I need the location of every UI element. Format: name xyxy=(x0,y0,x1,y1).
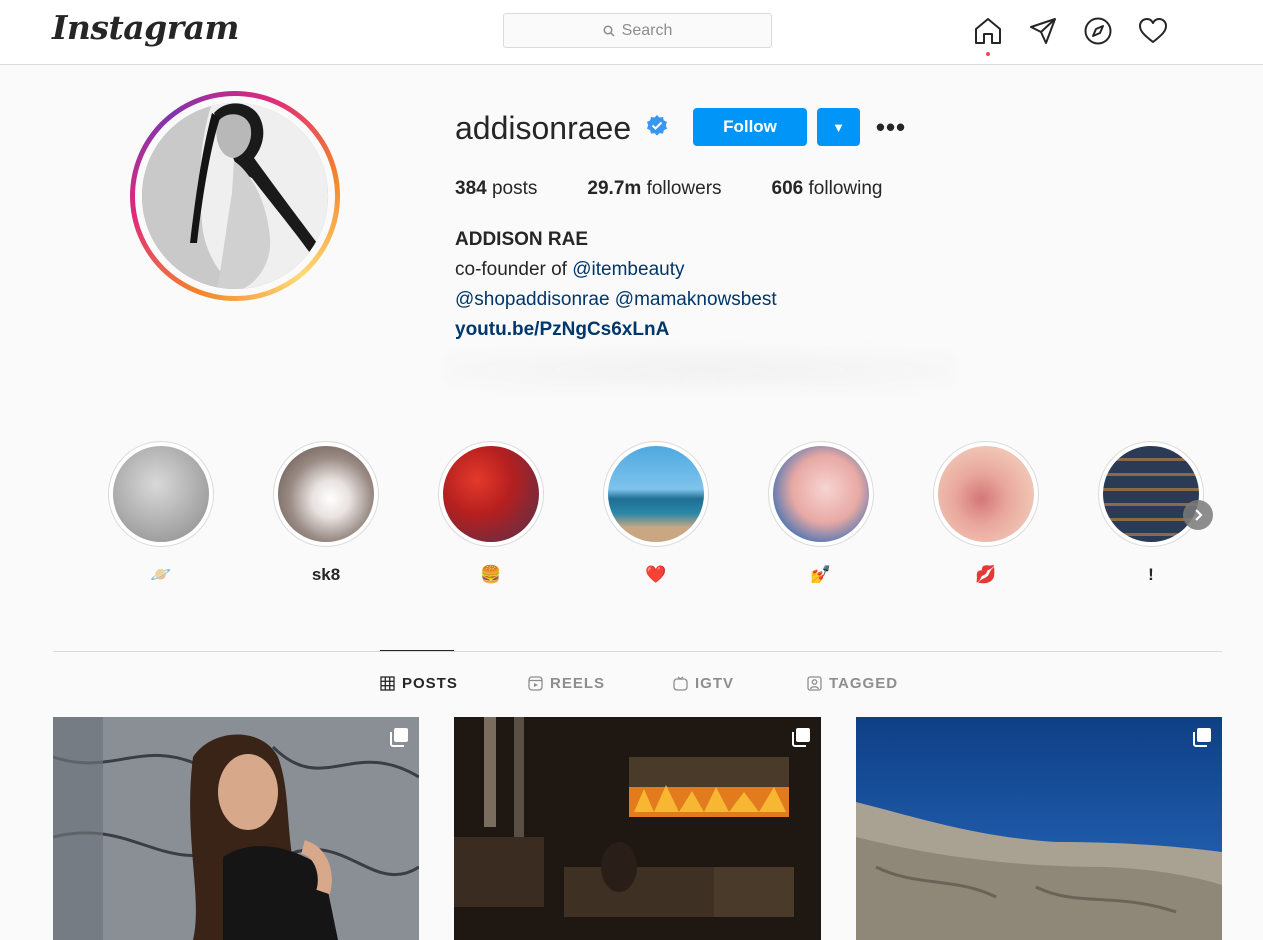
highlight-label: 💋 xyxy=(975,565,997,584)
posts-count: 384 posts xyxy=(455,178,538,199)
active-tab-indicator xyxy=(380,650,454,651)
follow-button[interactable]: Follow xyxy=(693,108,807,146)
mention-link[interactable]: @mamaknowsbest xyxy=(615,289,777,310)
top-navigation: Instagram Search xyxy=(0,0,1263,65)
home-active-dot xyxy=(986,52,990,56)
blurred-region xyxy=(445,350,955,390)
search-placeholder: Search xyxy=(621,21,673,39)
avatar-portrait xyxy=(142,103,328,289)
highlight-cover-beach xyxy=(608,446,704,542)
highlight-item[interactable]: 🍔 xyxy=(438,441,544,586)
highlight-cover-lips xyxy=(938,446,1034,542)
highlight-cover-cherries xyxy=(443,446,539,542)
verified-badge-icon xyxy=(647,115,667,136)
bio-line-2: @shopaddisonrae @mamaknowsbest xyxy=(455,289,777,311)
profile-avatar xyxy=(142,103,328,289)
tab-tagged[interactable]: TAGGED xyxy=(807,675,898,692)
profile-avatar-ring[interactable] xyxy=(130,91,340,301)
profile-username: addisonraee xyxy=(455,110,632,146)
highlight-label: 🪐 xyxy=(150,565,172,584)
highlight-item[interactable]: 🪐 xyxy=(108,441,214,586)
followers-count[interactable]: 29.7m followers xyxy=(587,178,721,200)
chevron-down-icon: ▼ xyxy=(832,119,845,135)
mention-link[interactable]: @itembeauty xyxy=(572,259,684,280)
highlight-cover-person xyxy=(278,446,374,542)
highlight-label: 💅 xyxy=(810,565,832,584)
activity-icon[interactable] xyxy=(1138,16,1168,46)
highlight-item[interactable]: 💅 xyxy=(768,441,874,586)
chevron-right-icon xyxy=(1195,509,1203,521)
tab-igtv[interactable]: IGTV xyxy=(673,675,734,692)
following-count[interactable]: 606 following xyxy=(772,178,883,200)
highlight-label: sk8 xyxy=(311,565,341,584)
highlight-label: ! xyxy=(1148,565,1154,584)
more-dots-icon: ••• xyxy=(875,112,907,142)
highlight-cover-nails xyxy=(773,446,869,542)
post-image-dark-room xyxy=(454,717,821,940)
post-image-rock-sky xyxy=(856,717,1222,940)
tab-posts[interactable]: POSTS xyxy=(380,675,458,692)
profile-stats: 384 posts 29.7m followers 606 following xyxy=(455,178,932,200)
mention-link[interactable]: @shopaddisonrae xyxy=(455,289,610,310)
post-thumbnail[interactable] xyxy=(53,717,419,940)
home-icon[interactable] xyxy=(973,16,1003,46)
highlight-item[interactable]: ❤️ xyxy=(603,441,709,586)
search-input[interactable]: Search xyxy=(503,13,772,48)
grid-icon xyxy=(380,676,395,691)
bio-line-1: co-founder of @itembeauty xyxy=(455,259,685,280)
profile-full-name: ADDISON RAE xyxy=(455,229,589,250)
tab-reels[interactable]: REELS xyxy=(528,675,605,692)
highlight-label: ❤️ xyxy=(645,565,667,584)
highlight-label: 🍔 xyxy=(480,565,502,584)
bio-website-link[interactable]: youtu.be/PzNgCs6xLnA xyxy=(455,319,669,341)
highlight-cover-moon xyxy=(113,446,209,542)
reels-icon xyxy=(528,676,543,691)
carousel-icon xyxy=(1193,728,1211,747)
igtv-icon xyxy=(673,676,688,691)
tagged-icon xyxy=(807,676,822,691)
carousel-icon xyxy=(792,728,810,747)
highlight-item[interactable]: 💋 xyxy=(933,441,1039,586)
carousel-icon xyxy=(390,728,408,747)
instagram-logo[interactable]: Instagram xyxy=(52,8,239,47)
post-thumbnail[interactable] xyxy=(856,717,1222,940)
post-thumbnail[interactable] xyxy=(454,717,821,940)
highlights-next-button[interactable] xyxy=(1183,500,1213,530)
post-image-marble-portrait xyxy=(53,717,419,940)
more-options-button[interactable]: ••• xyxy=(872,112,910,142)
tabs-divider xyxy=(53,651,1222,652)
search-icon xyxy=(603,24,615,37)
suggested-dropdown-button[interactable]: ▼ xyxy=(817,108,860,146)
highlight-item[interactable]: sk8 xyxy=(273,441,379,586)
explore-icon[interactable] xyxy=(1083,16,1113,46)
direct-icon[interactable] xyxy=(1028,16,1058,46)
highlight-cover-shelves xyxy=(1103,446,1199,542)
